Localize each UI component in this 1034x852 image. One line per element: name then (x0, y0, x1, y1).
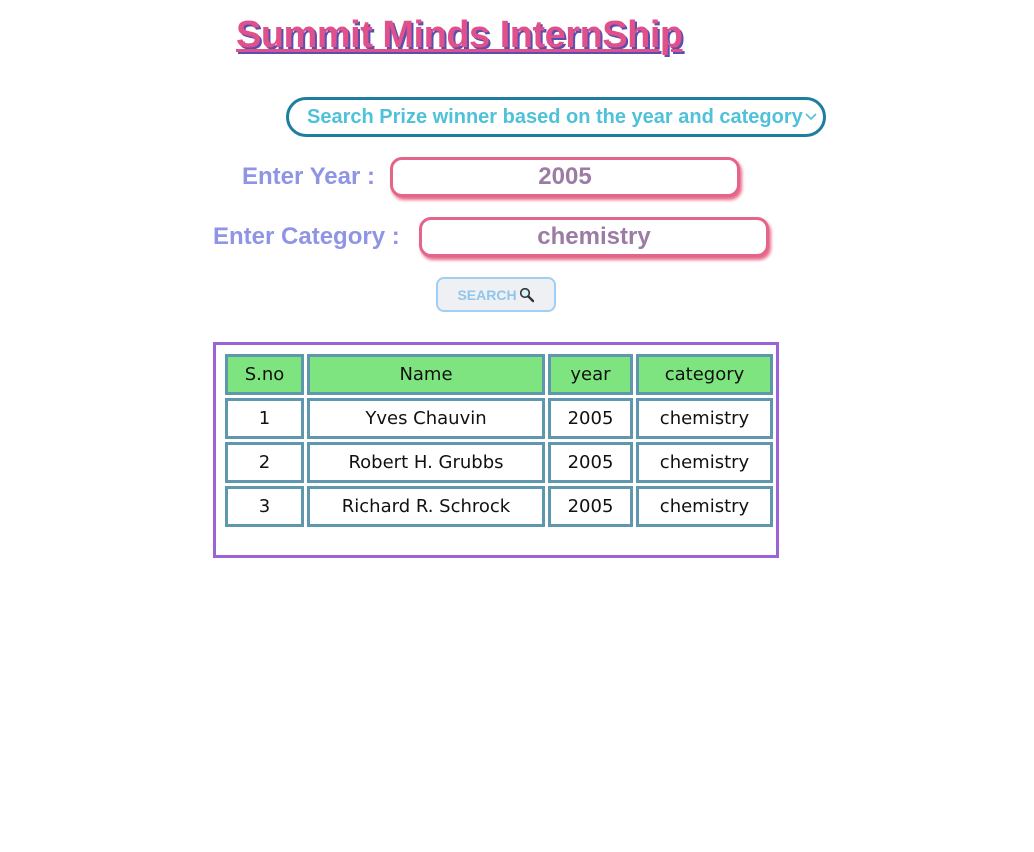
search-button-label: SEARCH (457, 286, 517, 303)
year-input[interactable]: 2005 (390, 157, 740, 197)
table-header-row: S.no Name year category (225, 354, 773, 395)
chevron-down-icon (803, 109, 819, 125)
column-header-name: Name (307, 354, 545, 395)
cell-name: Robert H. Grubbs (307, 442, 545, 483)
cell-name: Yves Chauvin (307, 398, 545, 439)
magnifier-icon (519, 287, 535, 303)
cell-category: chemistry (636, 486, 773, 527)
page-title: Summit Minds InternShip (236, 14, 683, 56)
category-label: Enter Category : (213, 223, 400, 250)
cell-sno: 3 (225, 486, 304, 527)
table-row: 1 Yves Chauvin 2005 chemistry (225, 398, 773, 439)
results-table: S.no Name year category 1 Yves Chauvin 2… (222, 351, 776, 530)
column-header-category: category (636, 354, 773, 395)
table-row: 2 Robert H. Grubbs 2005 chemistry (225, 442, 773, 483)
page: Summit Minds InternShip Search Prize win… (0, 0, 1034, 852)
cell-sno: 2 (225, 442, 304, 483)
column-header-year: year (548, 354, 633, 395)
cell-category: chemistry (636, 442, 773, 483)
cell-sno: 1 (225, 398, 304, 439)
cell-year: 2005 (548, 486, 633, 527)
search-type-select[interactable]: Search Prize winner based on the year an… (286, 97, 826, 137)
category-input[interactable]: chemistry (419, 217, 769, 257)
cell-name: Richard R. Schrock (307, 486, 545, 527)
search-button[interactable]: SEARCH (436, 277, 556, 312)
table-row: 3 Richard R. Schrock 2005 chemistry (225, 486, 773, 527)
results-table-frame: S.no Name year category 1 Yves Chauvin 2… (213, 342, 779, 558)
column-header-sno: S.no (225, 354, 304, 395)
cell-year: 2005 (548, 398, 633, 439)
cell-year: 2005 (548, 442, 633, 483)
cell-category: chemistry (636, 398, 773, 439)
year-label: Enter Year : (242, 163, 375, 190)
search-type-selected-value: Search Prize winner based on the year an… (307, 105, 803, 128)
